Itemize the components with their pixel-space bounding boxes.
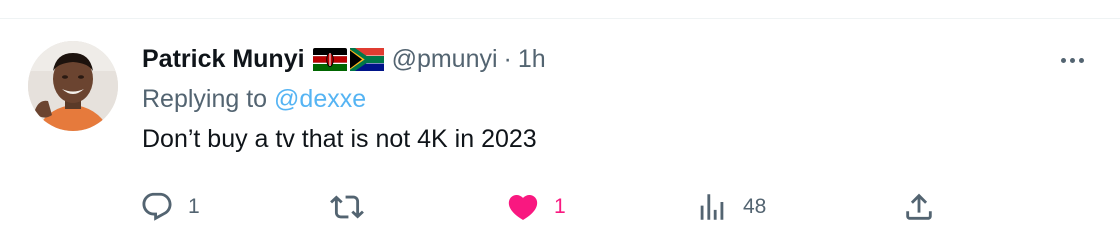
avatar-image xyxy=(28,41,118,131)
author-handle[interactable]: @pmunyi xyxy=(392,39,498,79)
like-count: 1 xyxy=(554,195,566,218)
tweet-content: Patrick Munyi @pmunyi · 1h Replying to @… xyxy=(142,39,1062,159)
reply-icon xyxy=(142,192,172,221)
avatar[interactable] xyxy=(28,41,118,131)
header-separator: · xyxy=(503,45,512,73)
reply-count: 1 xyxy=(188,195,200,218)
heart-filled-icon xyxy=(508,194,538,220)
views-button[interactable]: 48 xyxy=(695,187,766,227)
tweet-text: Don’t buy a tv that is not 4K in 2023 xyxy=(142,125,537,153)
tweet-timestamp[interactable]: 1h xyxy=(518,39,546,79)
view-count: 48 xyxy=(743,195,767,218)
replying-prefix: Replying to xyxy=(142,85,268,113)
replying-to-handle[interactable]: @dexxe xyxy=(274,85,366,113)
more-dot-icon xyxy=(1078,57,1084,63)
replying-to-line: Replying to @dexxe xyxy=(142,79,1062,119)
more-options-button[interactable] xyxy=(1054,47,1090,73)
author-name[interactable]: Patrick Munyi xyxy=(142,39,305,79)
like-button[interactable]: 1 xyxy=(506,187,566,227)
tweet-actions: 1 1 48 xyxy=(140,187,940,227)
reply-button[interactable]: 1 xyxy=(140,187,200,227)
retweet-icon xyxy=(330,195,364,219)
more-dot-icon xyxy=(1069,57,1075,63)
south-africa-flag-icon xyxy=(349,47,384,71)
share-button[interactable] xyxy=(902,187,936,227)
kenya-flag-icon xyxy=(312,47,347,71)
tweet[interactable]: Patrick Munyi @pmunyi · 1h Replying to @… xyxy=(0,19,1120,242)
share-icon xyxy=(906,193,932,220)
tweet-header: Patrick Munyi @pmunyi · 1h xyxy=(142,39,1062,79)
views-chart-icon xyxy=(700,194,724,220)
retweet-button[interactable] xyxy=(330,187,378,227)
more-dot-icon xyxy=(1060,57,1066,63)
author-flags xyxy=(312,47,384,71)
